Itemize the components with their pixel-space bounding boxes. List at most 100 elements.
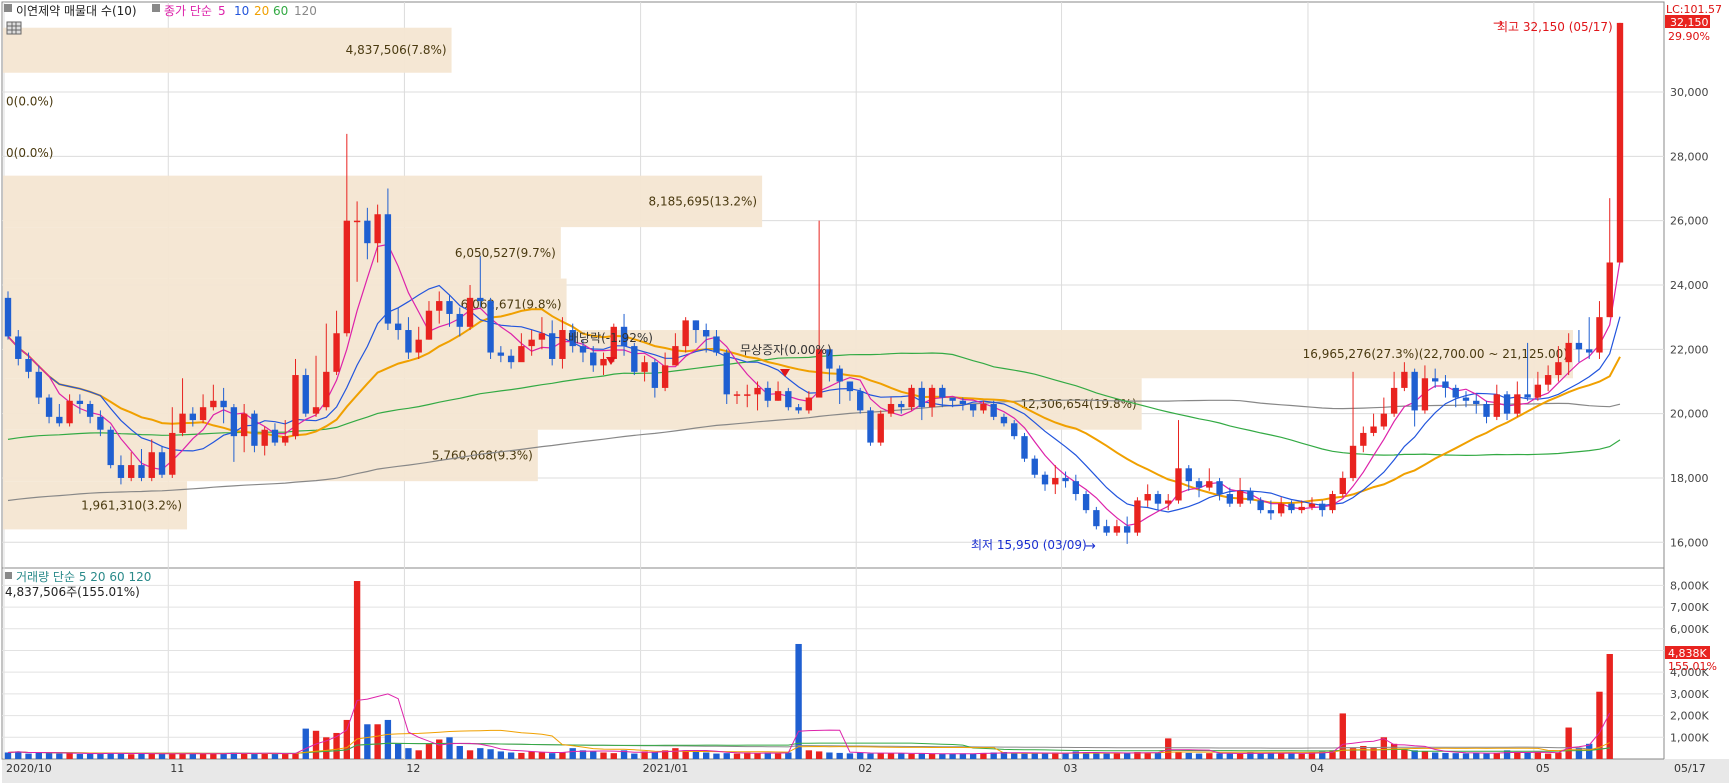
candle-body xyxy=(477,297,484,302)
candle-body xyxy=(148,452,155,478)
candle-body xyxy=(744,394,751,396)
volume-tick-label: 1,000K xyxy=(1670,731,1709,744)
volume-bar xyxy=(199,753,207,759)
candle-body xyxy=(1072,481,1080,495)
candle-body xyxy=(1586,349,1593,353)
volume-bar xyxy=(384,719,392,759)
volume-bar xyxy=(1021,753,1028,759)
price-tick-label: 16,000 xyxy=(1670,536,1709,549)
y-axis-ticks: 16,000 18,000 20,000 22,000 24,000 26,000 28,0… xyxy=(1670,86,1709,744)
candle-body xyxy=(1534,384,1542,398)
volume-bar xyxy=(282,753,289,759)
volume-bar xyxy=(1206,753,1213,759)
candle-body xyxy=(846,381,854,392)
legend-period-120: 120 xyxy=(294,4,317,18)
candle-body xyxy=(785,391,792,408)
volume-bar xyxy=(76,754,84,759)
volume-bar xyxy=(35,752,42,759)
volume-bar xyxy=(128,754,135,759)
candle-body xyxy=(1082,494,1090,511)
panel-menu-icon[interactable] xyxy=(4,4,12,12)
candle-body xyxy=(1390,387,1398,414)
volume-bar xyxy=(425,743,433,759)
volume-bar xyxy=(1154,752,1162,759)
volume-tick-label: 2,000K xyxy=(1670,710,1709,723)
volume-bar xyxy=(774,753,782,759)
candle-body xyxy=(45,397,53,417)
candle-body xyxy=(107,429,114,466)
volume-bar xyxy=(138,753,145,759)
candle-body xyxy=(1421,378,1429,411)
grid-icon[interactable] xyxy=(6,21,22,35)
volume-bar xyxy=(56,753,63,759)
candle-body xyxy=(4,297,12,337)
candle-body xyxy=(959,400,967,404)
candle-body xyxy=(1380,413,1388,427)
volume-bar xyxy=(1565,727,1572,759)
x-tick-label: 05 xyxy=(1536,762,1550,775)
candle-body xyxy=(1575,342,1583,350)
candle-body xyxy=(251,413,258,446)
candle-body xyxy=(733,394,741,396)
volume-bar xyxy=(1257,753,1264,759)
candle-body xyxy=(1493,394,1500,417)
candle-body xyxy=(497,352,505,356)
volume-tick-label: 3,000K xyxy=(1670,688,1709,701)
candle-body xyxy=(1401,371,1408,388)
volume-bar xyxy=(610,753,617,759)
volume-bar xyxy=(569,748,576,759)
x-tick-label: 12 xyxy=(406,762,420,775)
candle-body xyxy=(1298,506,1305,511)
volume-bar xyxy=(1544,753,1552,759)
dividend-annotation: 배당락(-1.92%) xyxy=(568,331,653,345)
volume-bar xyxy=(497,751,505,759)
candle-body xyxy=(261,429,268,446)
volume-bar xyxy=(1041,753,1049,759)
volume-bar xyxy=(220,753,227,759)
volume-menu-icon[interactable] xyxy=(5,572,12,579)
x-tick-label: 02 xyxy=(858,762,872,775)
legend-menu-icon[interactable] xyxy=(152,4,160,12)
volume-bar xyxy=(210,753,217,759)
candle-body xyxy=(56,416,63,424)
candle-body xyxy=(292,375,299,437)
volume-bar xyxy=(343,719,351,759)
candle-body xyxy=(220,400,227,408)
price-tick-label: 22,000 xyxy=(1670,343,1709,356)
volume-bar xyxy=(394,743,402,759)
volume-last-value: 4,838K xyxy=(1668,647,1707,660)
candle-body xyxy=(1483,403,1490,417)
last-change-pct: 29.90% xyxy=(1668,30,1710,43)
candle-body xyxy=(877,413,884,443)
low-arrow-icon: → xyxy=(1085,539,1096,554)
chart-title: 이연제약 매물대 수(10) xyxy=(16,3,137,18)
candle-body xyxy=(210,400,217,408)
candle-body xyxy=(374,214,381,244)
candle-body xyxy=(703,330,710,337)
volume-bar xyxy=(1534,752,1542,759)
stock-chart: 4,837,506(7.8%) 0(0.0%) 0(0.0%) 8,185,695(1… xyxy=(1,1,1729,783)
volume-bar xyxy=(189,754,196,759)
candle-body xyxy=(1606,262,1613,318)
volume-bar xyxy=(1483,753,1490,759)
candle-body xyxy=(333,333,340,372)
volume-bar xyxy=(857,752,864,759)
legend-period-20: 20 xyxy=(254,4,269,18)
volume-profile-label: 0(0.0%) xyxy=(6,95,53,109)
candle-body xyxy=(980,403,987,411)
volume-bar xyxy=(1514,752,1521,759)
candle-body xyxy=(1093,510,1100,527)
volume-profile-label: 1,961,310(3.2%) xyxy=(81,498,182,512)
volume-bar xyxy=(538,752,546,759)
candle-body xyxy=(1236,490,1244,504)
candle-body xyxy=(394,323,402,331)
volume-bar xyxy=(1011,752,1018,759)
volume-bar xyxy=(590,751,597,759)
volume-bar xyxy=(374,724,381,759)
candle-body xyxy=(805,397,813,411)
candle-body xyxy=(97,416,104,430)
volume-bar xyxy=(1195,753,1203,759)
candle-body xyxy=(1319,503,1326,511)
candle-body xyxy=(487,301,494,353)
candle-body xyxy=(1206,481,1213,488)
